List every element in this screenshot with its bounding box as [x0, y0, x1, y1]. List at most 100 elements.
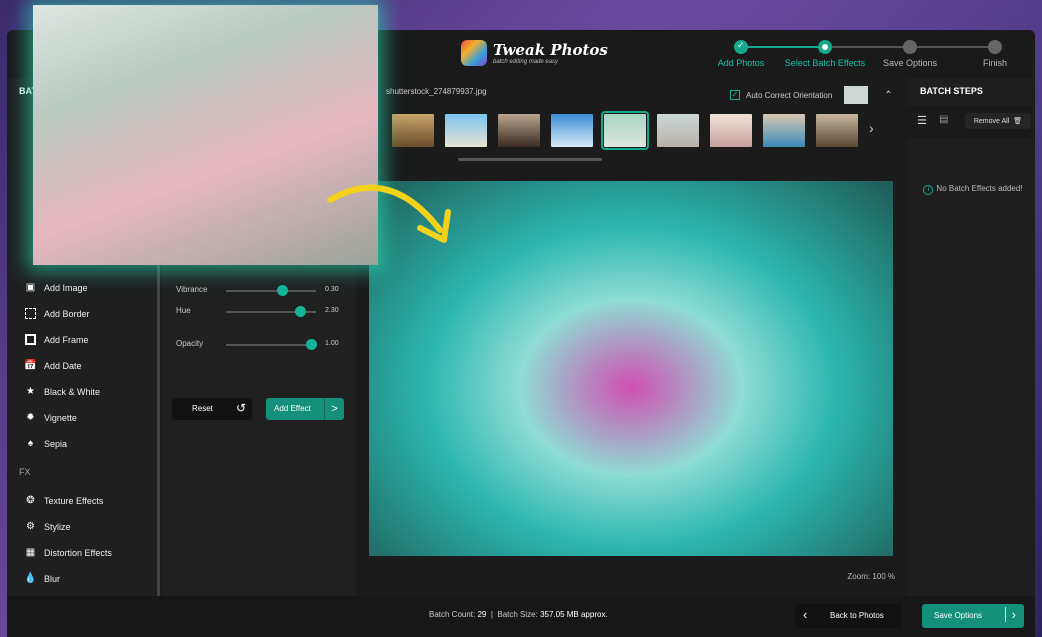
thumbnail[interactable] — [763, 114, 805, 147]
step-finish[interactable]: Finish — [983, 58, 1007, 68]
vignette-icon: ✹ — [26, 412, 35, 423]
item-label: Add Date — [44, 360, 82, 371]
empty-state: i No Batch Effects added! — [923, 183, 1023, 195]
chevron-right-icon: › — [1004, 607, 1016, 622]
batch-size: 357.05 MB approx. — [540, 610, 608, 619]
remove-all-label: Remove All — [973, 117, 1010, 125]
step-select-batch-effects[interactable]: Select Batch Effects — [785, 58, 865, 68]
calendar-icon: 📅 — [24, 360, 37, 371]
batch-steps-toolbar: ☰ ▤ Remove All 🗑 — [907, 106, 1035, 138]
slider-value: 0.30 — [325, 286, 339, 293]
thumbnail-selected[interactable] — [601, 111, 649, 150]
thumbnail-scrollbar[interactable] — [458, 158, 602, 161]
sidebar-item-texture-effects[interactable]: ❂ Texture Effects — [25, 495, 103, 506]
logo: Tweak Photos batch editing made easy — [461, 40, 608, 66]
batch-steps-title: BATCH STEPS — [920, 86, 983, 96]
slider-vibrance[interactable]: Vibrance 0.30 — [176, 285, 346, 297]
checkbox-checked-icon[interactable]: ✓ — [730, 90, 740, 100]
item-label: Vignette — [44, 412, 77, 423]
step-add-photos[interactable]: Add Photos — [718, 58, 765, 68]
reset-button[interactable]: Reset ↺ — [172, 398, 252, 420]
item-label: Distortion Effects — [44, 547, 112, 558]
chevron-right-icon: > — [324, 398, 344, 420]
step-current-dot — [818, 40, 832, 54]
thumbnail[interactable] — [710, 114, 752, 147]
batch-steps-panel: BATCH STEPS ☰ ▤ Remove All 🗑 i No Batch Ef… — [907, 78, 1035, 596]
sepia-icon: ♠ — [27, 438, 34, 449]
grid-icon: ▦ — [25, 547, 36, 558]
slider-opacity[interactable]: Opacity 1.00 — [176, 339, 346, 351]
thumbnail[interactable] — [445, 114, 487, 147]
back-to-photos-button[interactable]: ‹ Back to Photos — [795, 604, 902, 628]
chevron-up-icon[interactable]: ⌃ — [884, 90, 892, 101]
sidebar-item-add-image[interactable]: ▣ Add Image — [25, 282, 88, 293]
app-name: Tweak Photos — [493, 41, 608, 59]
sidebar-item-black-white[interactable]: ★ Black & White — [25, 386, 100, 397]
save-label: Save Options — [934, 611, 983, 620]
step-dot — [988, 40, 1002, 54]
item-label: Add Image — [44, 282, 88, 293]
item-label: Blur — [44, 573, 61, 584]
item-label: Stylize — [44, 521, 71, 532]
add-effect-button[interactable]: Add Effect > — [266, 398, 344, 420]
logo-icon — [461, 40, 487, 66]
save-options-button[interactable]: Save Options › — [922, 604, 1024, 628]
batch-stats: Batch Count: 29 | Batch Size: 357.05 MB … — [429, 610, 608, 619]
slider-label: Vibrance — [176, 285, 208, 294]
thumbnail[interactable] — [657, 114, 699, 147]
size-label: Batch Size: — [497, 610, 538, 619]
thumbnail-strip: › — [392, 111, 874, 150]
add-image-icon: ▣ — [25, 282, 36, 293]
slider-knob[interactable] — [294, 306, 306, 317]
step-dot — [903, 40, 917, 54]
item-label: Add Border — [44, 308, 90, 319]
thumbnail[interactable] — [816, 114, 858, 147]
progress-steps: ✓ Add Photos Select Batch Effects Save O… — [717, 40, 1017, 70]
gear-icon: ⚙ — [26, 521, 35, 532]
slider-knob[interactable] — [305, 339, 317, 350]
reset-label: Reset — [192, 404, 213, 413]
orientation-thumbnail — [844, 86, 869, 104]
thumbnail[interactable] — [551, 114, 593, 147]
info-icon: i — [923, 185, 934, 195]
slider-value: 2.30 — [325, 307, 339, 314]
curved-arrow-icon — [327, 184, 451, 243]
count-label: Batch Count: — [429, 610, 476, 619]
item-label: Sepia — [44, 438, 68, 449]
item-label: Black & White — [44, 386, 101, 397]
trash-icon: 🗑 — [1013, 118, 1023, 125]
frame-icon — [25, 334, 36, 345]
slider-hue[interactable]: Hue 2.30 — [176, 306, 346, 318]
back-label: Back to Photos — [830, 611, 884, 620]
remove-all-button[interactable]: Remove All 🗑 — [965, 113, 1031, 129]
sidebar-item-add-frame[interactable]: Add Frame — [25, 334, 89, 345]
slider-knob[interactable] — [276, 285, 288, 296]
empty-text: No Batch Effects added! — [936, 184, 1023, 193]
step-save-options[interactable]: Save Options — [883, 58, 937, 68]
sidebar-item-vignette[interactable]: ✹ Vignette — [25, 412, 77, 423]
filename: shutterstock_274879937.jpg — [386, 87, 487, 96]
undo-icon: ↺ — [235, 401, 246, 415]
border-icon — [25, 308, 36, 319]
list-view-icon[interactable]: ☰ — [917, 114, 927, 127]
sidebar-item-add-border[interactable]: Add Border — [25, 308, 90, 319]
item-label: Texture Effects — [44, 495, 104, 506]
batch-count: 29 — [477, 610, 487, 619]
sidebar-item-blur[interactable]: 💧 Blur — [24, 573, 61, 584]
step-done-check-icon: ✓ — [734, 40, 748, 54]
drop-icon: 💧 — [24, 573, 37, 584]
item-label: Add Frame — [44, 334, 89, 345]
thumbnail[interactable] — [498, 114, 540, 147]
thumbnail[interactable] — [392, 114, 434, 147]
sidebar-item-add-date[interactable]: 📅 Add Date — [24, 360, 82, 371]
sidebar-item-stylize[interactable]: ⚙ Stylize — [25, 521, 71, 532]
chevron-left-icon: ‹ — [803, 607, 808, 622]
slider-label: Opacity — [176, 339, 204, 348]
chevron-right-icon[interactable]: › — [869, 120, 874, 147]
bottom-bar: Batch Count: 29 | Batch Size: 357.05 MB … — [7, 596, 1035, 637]
sidebar-item-sepia[interactable]: ♠ Sepia — [25, 438, 67, 449]
grid-view-icon[interactable]: ▤ — [939, 114, 948, 125]
app-tagline: batch editing made easy — [493, 59, 559, 65]
auto-correct-orientation[interactable]: ✓ Auto Correct Orientation ⌃ — [730, 86, 893, 104]
sidebar-item-distortion-effects[interactable]: ▦ Distortion Effects — [25, 547, 112, 558]
